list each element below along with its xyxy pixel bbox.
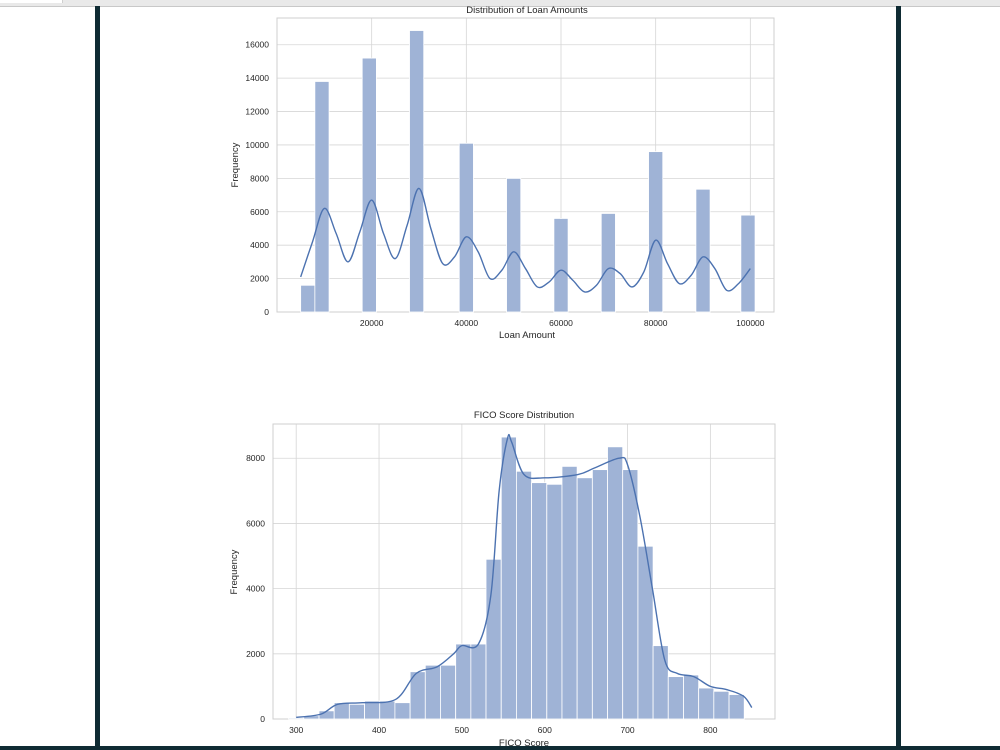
fico-bar <box>622 469 639 720</box>
fico-bar <box>288 717 305 720</box>
loan-bar <box>300 284 316 313</box>
fico-bar <box>667 676 684 720</box>
fico-y-tick-label: 6000 <box>246 518 265 528</box>
fico-x-tick-label: 300 <box>289 725 303 735</box>
fico-bar <box>500 436 517 720</box>
fico-bar <box>379 700 396 720</box>
fico-bar <box>348 703 365 720</box>
fico-bar <box>394 702 411 720</box>
fico-chart-title: FICO Score Distribution <box>474 410 574 421</box>
fico-x-tick-label: 500 <box>455 725 469 735</box>
fico-bars <box>288 436 745 720</box>
fico-x-axis-label: FICO Score <box>499 738 549 749</box>
loan-bar <box>695 188 711 313</box>
loan-bar <box>648 151 664 313</box>
loan-y-tick-label: 4000 <box>250 240 269 250</box>
loan-x-tick-label: 40000 <box>455 318 479 328</box>
fico-bar <box>455 643 472 720</box>
fico-bar <box>607 446 624 720</box>
fico-bar <box>531 482 548 720</box>
fico-x-tick-label: 400 <box>372 725 386 735</box>
fico-y-tick-label: 8000 <box>246 453 265 463</box>
fico-y-tick-label: 4000 <box>246 584 265 594</box>
loan-y-tick-label: 14000 <box>245 73 269 83</box>
fico-bar <box>318 710 335 720</box>
charts-canvas: 20000 40000 60000 80000 100000 0200040006000… <box>229 5 776 749</box>
fico-bar <box>516 470 532 720</box>
loan-y-axis-label: Frequency <box>230 142 241 187</box>
fico-bar <box>713 690 730 720</box>
fico-y-tick-label: 2000 <box>246 649 265 659</box>
fico-bar <box>683 674 700 720</box>
fico-y-ticks: 0 2000 4000 6000 8000 <box>246 453 265 724</box>
fico-x-tick-label: 700 <box>620 725 634 735</box>
loan-y-tick-label: 16000 <box>245 40 269 50</box>
loan-bar <box>740 214 756 313</box>
loan-x-tick-label: 20000 <box>360 318 384 328</box>
fico-bar <box>591 469 608 720</box>
loan-y-tick-label: 12000 <box>245 107 269 117</box>
loan-y-tick-label: 6000 <box>250 207 269 217</box>
loan-y-tick-label: 2000 <box>250 274 269 284</box>
loan-bars <box>300 30 756 313</box>
loan-x-ticks: 20000 40000 60000 80000 100000 <box>360 318 765 328</box>
fico-x-ticks: 300 400 500 600 700 800 <box>289 725 718 735</box>
fico-bar <box>470 643 487 720</box>
loan-bar <box>553 218 569 313</box>
loan-amount-chart: 20000 40000 60000 80000 100000 0 2000 4000 6000… <box>230 5 775 341</box>
fico-x-tick-label: 600 <box>538 725 552 735</box>
fico-bar <box>440 664 457 720</box>
loan-bar <box>314 81 330 313</box>
loan-x-tick-label: 60000 <box>549 318 573 328</box>
loan-bar <box>409 30 425 313</box>
fico-bar <box>652 645 669 720</box>
fico-bar <box>546 483 563 720</box>
loan-bar <box>506 177 522 313</box>
fico-y-axis-label: Frequency <box>229 549 240 594</box>
fico-bar <box>561 465 578 720</box>
loan-x-axis-label: Loan Amount <box>499 330 555 341</box>
loan-bar <box>600 213 616 313</box>
fico-bar <box>364 700 381 720</box>
loan-x-tick-label: 100000 <box>736 318 765 328</box>
fico-bar <box>728 694 745 720</box>
loan-y-tick-label: 8000 <box>250 173 269 183</box>
fico-bar <box>637 545 654 720</box>
fico-bar <box>485 558 502 720</box>
fico-y-tick-label: 0 <box>260 714 265 724</box>
fico-x-tick-label: 800 <box>703 725 717 735</box>
fico-bar <box>698 687 715 720</box>
loan-x-tick-label: 80000 <box>644 318 668 328</box>
fico-bar <box>424 664 441 720</box>
loan-bar <box>458 142 474 313</box>
fico-bar <box>576 477 593 720</box>
fico-score-chart: 300 400 500 600 700 800 0 2000 4000 6000 8000 FIC… <box>229 410 776 749</box>
loan-y-tick-label: 10000 <box>245 140 269 150</box>
loan-bar <box>361 57 377 313</box>
loan-chart-title: Distribution of Loan Amounts <box>466 5 588 16</box>
loan-y-ticks: 0 2000 4000 6000 8000 10000 12000 14000 16000 <box>245 40 269 317</box>
loan-y-tick-label: 0 <box>264 307 269 317</box>
